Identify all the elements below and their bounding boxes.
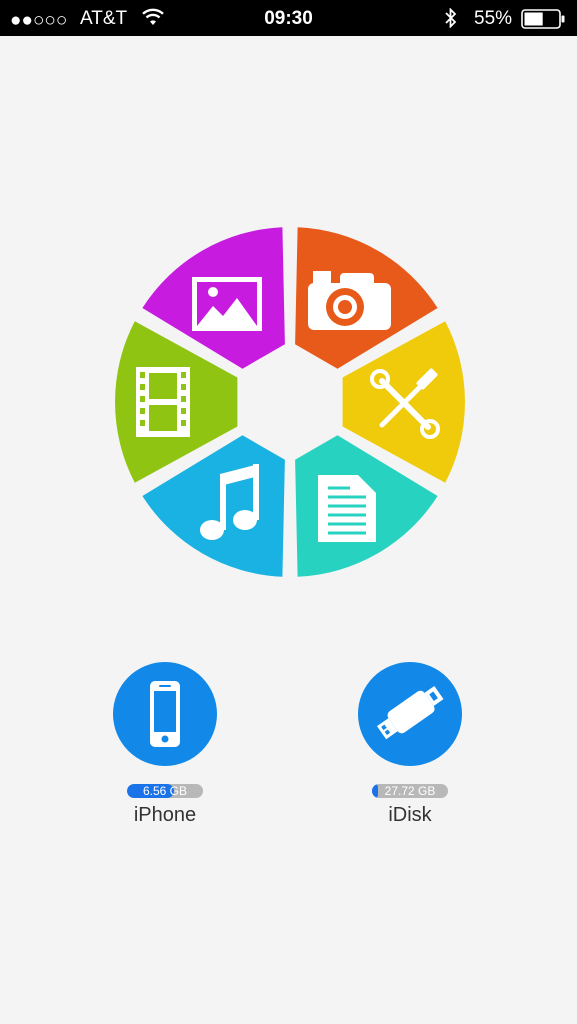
storage-bar-iphone: 6.56 GB bbox=[127, 784, 203, 798]
battery-percent: 55% bbox=[474, 8, 513, 29]
device-label-iphone: iPhone bbox=[133, 804, 197, 826]
device-idisk[interactable]: 27.72 GB iDisk bbox=[355, 662, 465, 827]
category-wheel bbox=[110, 222, 470, 582]
bluetooth-icon bbox=[444, 7, 458, 34]
image-icon bbox=[192, 277, 262, 331]
iphone-icon bbox=[150, 681, 180, 747]
battery-icon bbox=[521, 9, 567, 35]
usb-drive-icon bbox=[376, 685, 444, 740]
iphone-button[interactable] bbox=[113, 662, 217, 766]
idisk-button[interactable] bbox=[358, 662, 462, 766]
film-icon bbox=[136, 367, 190, 437]
storage-text-iphone: 6.56 GB bbox=[142, 784, 188, 798]
status-bar: ●●○○○ AT&T 09:30 55% bbox=[0, 0, 577, 36]
storage-text-idisk: 27.72 GB bbox=[384, 784, 436, 798]
document-icon bbox=[318, 475, 376, 542]
device-iphone[interactable]: 6.56 GB iPhone bbox=[110, 662, 220, 827]
device-label-idisk: iDisk bbox=[388, 804, 432, 826]
storage-bar-idisk: 27.72 GB bbox=[372, 784, 448, 798]
